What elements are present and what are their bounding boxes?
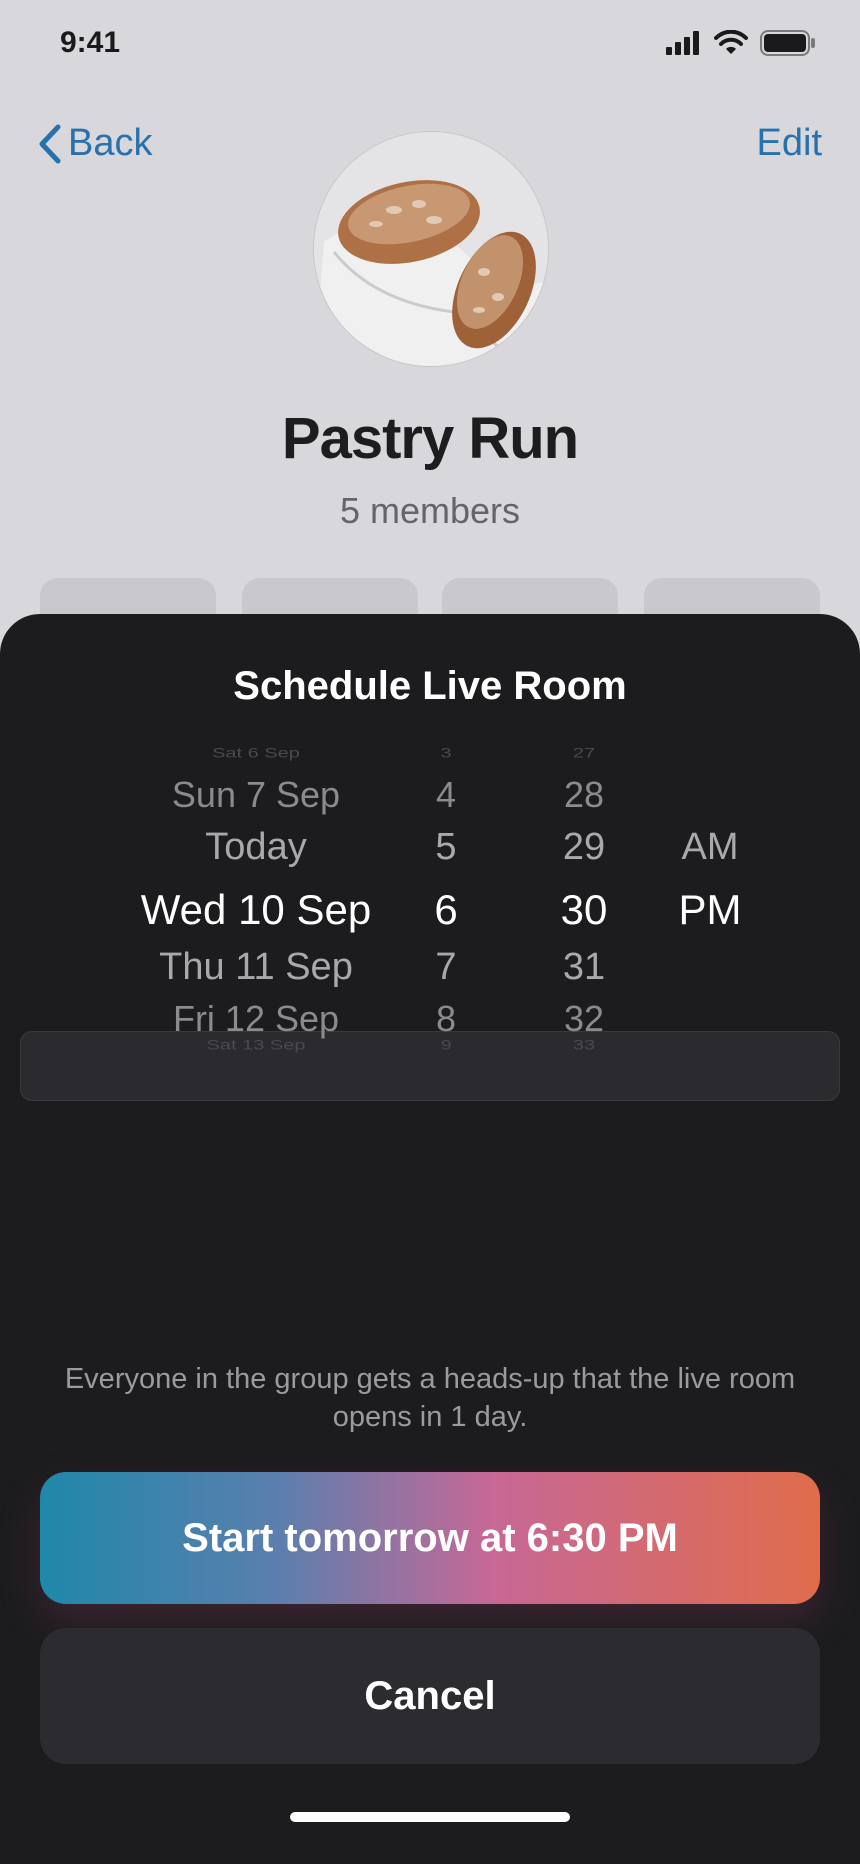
date-option[interactable]: Thu 11 Sep bbox=[96, 946, 416, 989]
selected-ampm-option[interactable]: PM bbox=[660, 886, 760, 934]
schedule-note: Everyone in the group gets a heads-up th… bbox=[64, 1363, 796, 1433]
selected-minute-option[interactable]: 30 bbox=[534, 886, 634, 934]
date-option[interactable]: Fri 12 Sep bbox=[96, 998, 416, 1040]
minute-option[interactable]: 27 bbox=[534, 745, 634, 761]
hour-option[interactable]: 4 bbox=[396, 774, 496, 816]
minute-option[interactable]: 32 bbox=[534, 998, 634, 1040]
hour-option[interactable]: 9 bbox=[396, 1037, 496, 1053]
ampm-option[interactable]: AM bbox=[660, 826, 760, 869]
hour-option[interactable]: 5 bbox=[396, 826, 496, 869]
home-indicator bbox=[290, 1812, 570, 1822]
date-option[interactable]: Sat 13 Sep bbox=[96, 1037, 416, 1053]
sheet-title: Schedule Live Room bbox=[233, 664, 627, 708]
cancel-button[interactable]: Cancel bbox=[40, 1628, 820, 1764]
date-option[interactable]: Today bbox=[96, 826, 416, 869]
selected-date-option[interactable]: Wed 10 Sep bbox=[96, 886, 416, 934]
minute-option[interactable]: 31 bbox=[534, 946, 634, 989]
hour-option[interactable]: 8 bbox=[396, 998, 496, 1040]
selected-hour-option[interactable]: 6 bbox=[396, 886, 496, 934]
start-tomorrow-button[interactable]: Start tomorrow at 6:30 PM bbox=[40, 1472, 820, 1604]
minute-option[interactable]: 29 bbox=[534, 826, 634, 869]
hour-option[interactable]: 7 bbox=[396, 946, 496, 989]
date-option[interactable]: Sun 7 Sep bbox=[96, 774, 416, 816]
schedule-sheet: Schedule Live Room Sat 6 Sep Sun 7 Sep Tod… bbox=[0, 614, 860, 1864]
date-option[interactable]: Sat 6 Sep bbox=[96, 745, 416, 761]
minute-option[interactable]: 28 bbox=[534, 774, 634, 816]
hour-option[interactable]: 3 bbox=[396, 745, 496, 761]
minute-option[interactable]: 33 bbox=[534, 1037, 634, 1053]
